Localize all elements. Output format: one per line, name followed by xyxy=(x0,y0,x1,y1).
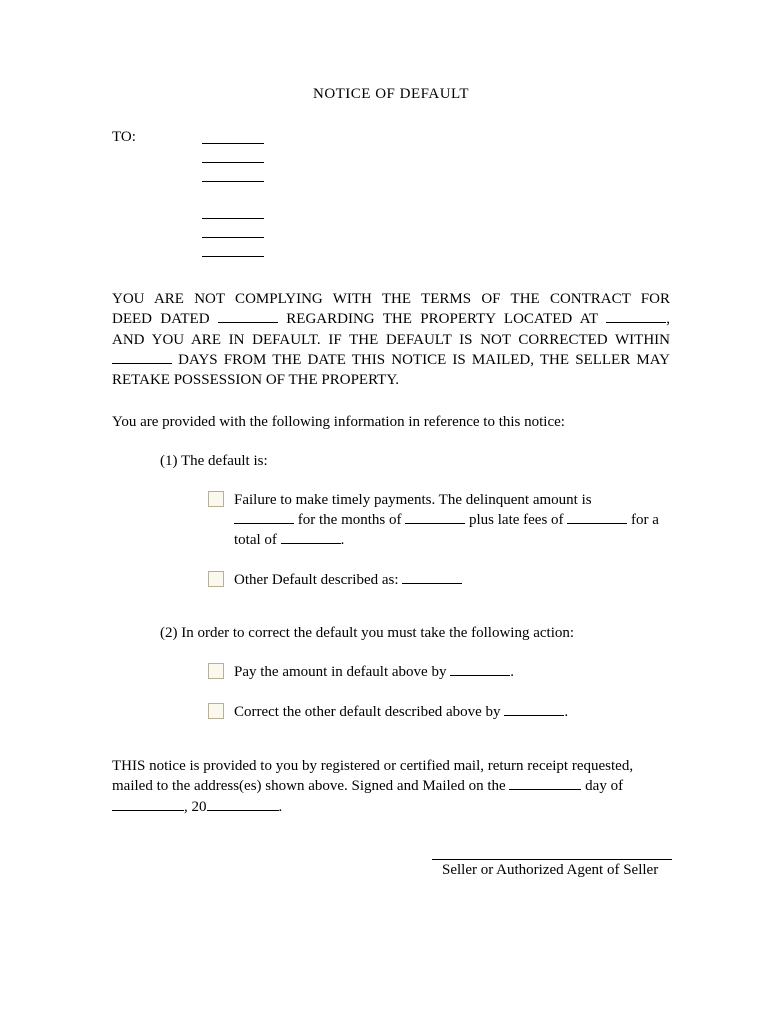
item-1a: Failure to make timely payments. The del… xyxy=(208,490,670,551)
item-2: (2) In order to correct the default you … xyxy=(160,625,670,642)
recipient-line[interactable] xyxy=(202,204,264,219)
property-location-blank[interactable] xyxy=(606,310,666,323)
recipient-block: TO: xyxy=(112,129,670,261)
correct-by-blank[interactable] xyxy=(504,703,564,716)
document-title: NOTICE OF DEFAULT xyxy=(112,86,670,103)
signature-line[interactable] xyxy=(432,845,672,860)
main-paragraph: YOU ARE NOT COMPLYING WITH THE TERMS OF … xyxy=(112,289,670,390)
item-2a: Pay the amount in default above by . xyxy=(208,662,670,682)
item-1b: Other Default described as: xyxy=(208,570,670,590)
item-2b: Correct the other default described abov… xyxy=(208,702,670,722)
checkbox-pay-amount[interactable] xyxy=(208,663,224,679)
to-label: TO: xyxy=(112,129,202,146)
signed-day-blank[interactable] xyxy=(509,777,581,790)
total-blank[interactable] xyxy=(281,531,341,544)
recipient-line[interactable] xyxy=(202,129,264,144)
late-fees-blank[interactable] xyxy=(567,511,627,524)
checkbox-correct-other[interactable] xyxy=(208,703,224,719)
signature-label: Seller or Authorized Agent of Seller xyxy=(432,862,670,879)
signature-block: Seller or Authorized Agent of Seller xyxy=(432,845,670,879)
other-default-blank[interactable] xyxy=(402,571,462,584)
recipient-line[interactable] xyxy=(202,223,264,238)
deed-date-blank[interactable] xyxy=(218,310,278,323)
item-1: (1) The default is: xyxy=(160,453,670,470)
checkbox-failure-payments[interactable] xyxy=(208,491,224,507)
closing-paragraph: THIS notice is provided to you by regist… xyxy=(112,756,670,817)
delinquent-amount-blank[interactable] xyxy=(234,511,294,524)
recipient-line[interactable] xyxy=(202,242,264,257)
signed-month-blank[interactable] xyxy=(112,798,184,811)
signed-year-blank[interactable] xyxy=(207,798,279,811)
checkbox-other-default[interactable] xyxy=(208,571,224,587)
months-blank[interactable] xyxy=(405,511,465,524)
info-line: You are provided with the following info… xyxy=(112,412,670,432)
recipient-line[interactable] xyxy=(202,167,264,182)
pay-by-blank[interactable] xyxy=(450,663,510,676)
recipient-line[interactable] xyxy=(202,148,264,163)
days-blank[interactable] xyxy=(112,351,172,364)
